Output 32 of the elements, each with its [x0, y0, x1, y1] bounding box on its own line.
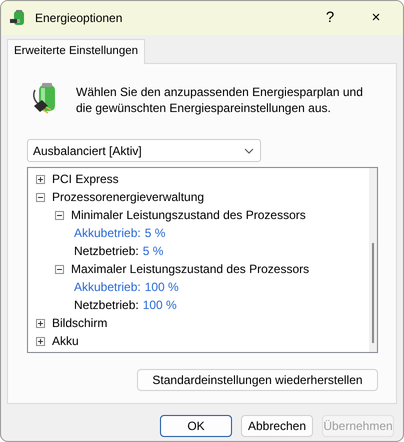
scrollbar[interactable] — [369, 168, 377, 352]
expand-icon[interactable] — [36, 174, 45, 184]
setting-value[interactable]: 5 % — [144, 224, 166, 242]
expand-icon[interactable] — [36, 318, 45, 328]
dialog-button[interactable]: OK — [160, 415, 232, 438]
setting-value[interactable]: 5 % — [142, 242, 164, 260]
power-plug-icon — [9, 9, 27, 27]
expand-icon[interactable] — [36, 336, 45, 346]
setting-value[interactable]: 100 % — [142, 296, 177, 314]
dialog-button[interactable]: Abbrechen — [241, 415, 313, 438]
power-plan-dropdown[interactable]: Ausbalanciert [Aktiv] — [27, 139, 261, 162]
collapse-icon[interactable] — [55, 264, 64, 274]
window-title: Energieoptionen — [35, 10, 124, 27]
tree-item[interactable]: Bildschirm — [52, 314, 108, 332]
collapse-icon[interactable] — [55, 210, 64, 220]
setting-label: Akkubetrieb: — [74, 279, 141, 296]
description-text: Wählen Sie den anzupassenden Energiesparplan und die gewünschten Energiespareinstellungen aus. — [76, 84, 364, 116]
collapse-icon[interactable] — [36, 192, 45, 202]
tab[interactable]: Erweiterte Einstellungen — [7, 39, 146, 64]
setting-label: Netzbetrieb: — [74, 297, 139, 314]
setting-value[interactable]: 100 % — [144, 278, 179, 296]
setting-label: Netzbetrieb: — [74, 243, 139, 260]
chevron-down-icon — [244, 148, 254, 154]
close-button[interactable]: × — [353, 1, 399, 35]
tree-item[interactable]: Maximaler Leistungszustand des Prozessors — [71, 260, 310, 278]
tree-item[interactable]: Akku — [52, 332, 79, 350]
help-button[interactable]: ? — [307, 1, 353, 35]
setting-label: Akkubetrieb: — [74, 225, 141, 242]
tree-item[interactable]: Minimaler Leistungszustand des Prozessors — [71, 206, 306, 224]
tree-item[interactable]: Prozessorenergieverwaltung — [52, 188, 204, 206]
tree-item[interactable]: PCI Express — [52, 170, 119, 188]
restore-defaults-button[interactable]: Standardeinstellungen wiederherstellen — [137, 369, 378, 392]
